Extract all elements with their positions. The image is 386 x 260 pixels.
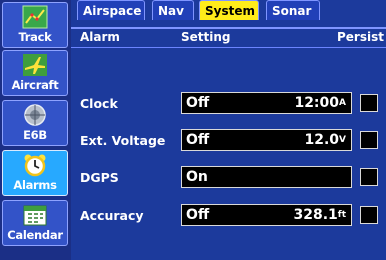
clock-persist-checkbox[interactable] [360, 94, 378, 112]
sidebar-item-label: Alarms [13, 178, 57, 192]
alarm-label-ext-voltage: Ext. Voltage [80, 133, 166, 148]
tab-nav[interactable]: Nav [152, 0, 194, 20]
track-icon [22, 5, 48, 29]
sidebar-item-calendar[interactable]: Calendar [2, 200, 68, 246]
airplane-icon [23, 54, 47, 76]
column-header-persist: Persist [337, 30, 384, 44]
sidebar-item-label: E6B [23, 128, 47, 142]
sidebar: Track Aircraft E6B Alarms Calendar [0, 0, 71, 260]
calendar-icon [23, 205, 47, 226]
sidebar-item-label: Calendar [7, 228, 63, 242]
clock-setting-field[interactable]: Off 12:00A [181, 92, 352, 114]
tab-airspace[interactable]: Airspace [77, 0, 145, 20]
alarm-label-clock: Clock [80, 96, 118, 111]
alarm-clock-icon [24, 154, 46, 177]
clock-value[interactable]: 12:00A [294, 93, 346, 113]
header-divider [71, 47, 386, 48]
clock-unit: A [339, 98, 346, 108]
ext-voltage-state[interactable]: Off [186, 130, 209, 150]
sidebar-item-alarms[interactable]: Alarms [2, 150, 68, 196]
sidebar-item-e6b[interactable]: E6B [2, 100, 68, 146]
ext-voltage-persist-checkbox[interactable] [360, 131, 378, 149]
accuracy-state[interactable]: Off [186, 205, 209, 225]
column-header-alarm: Alarm [80, 30, 120, 44]
accuracy-setting-field[interactable]: Off 328.1ft [181, 204, 352, 226]
column-header-setting: Setting [181, 30, 231, 44]
ext-voltage-setting-field[interactable]: Off 12.0V [181, 129, 352, 151]
accuracy-unit: ft [337, 210, 346, 220]
dgps-persist-checkbox[interactable] [360, 168, 378, 186]
dgps-state[interactable]: On [186, 167, 208, 187]
ext-voltage-value[interactable]: 12.0V [304, 130, 346, 150]
tab-sonar[interactable]: Sonar [266, 0, 320, 20]
tab-divider [71, 27, 386, 29]
sidebar-item-label: Aircraft [11, 78, 59, 92]
tab-system[interactable]: System [199, 0, 259, 20]
accuracy-value[interactable]: 328.1ft [293, 205, 346, 225]
alarm-label-accuracy: Accuracy [80, 208, 144, 223]
sidebar-item-track[interactable]: Track [2, 2, 68, 48]
sidebar-item-aircraft[interactable]: Aircraft [2, 50, 68, 96]
dgps-setting-field[interactable]: On [181, 166, 352, 188]
accuracy-persist-checkbox[interactable] [360, 206, 378, 224]
alarm-label-dgps: DGPS [80, 170, 119, 185]
ext-voltage-unit: V [339, 135, 346, 145]
sidebar-item-label: Track [18, 30, 52, 44]
clock-state[interactable]: Off [186, 93, 209, 113]
flight-computer-icon [24, 104, 46, 126]
